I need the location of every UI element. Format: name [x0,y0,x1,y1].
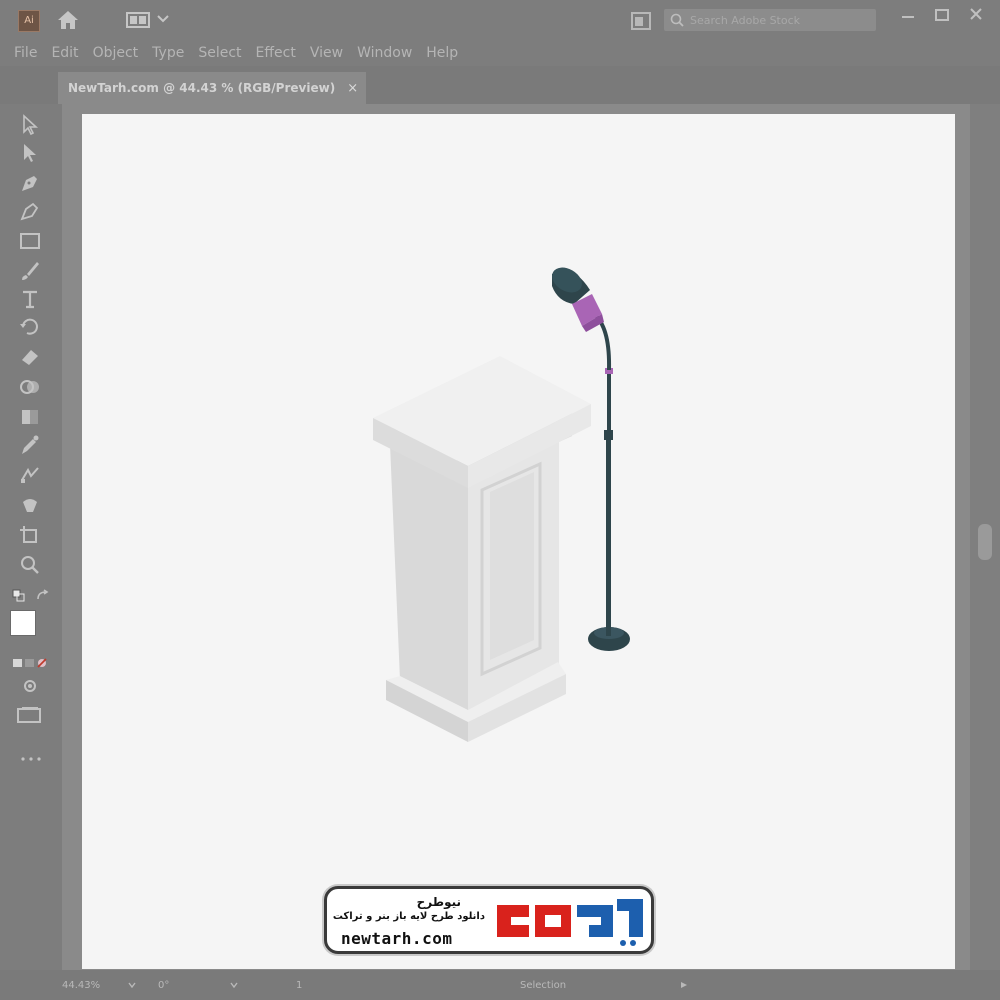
menu-window[interactable]: Window [357,45,412,61]
chevron-down-icon[interactable] [157,14,169,24]
pen-tool-icon[interactable] [18,172,42,194]
screen-mode-icon[interactable] [16,706,42,724]
mic-stand-lower-pole [606,436,611,636]
play-icon[interactable] [680,982,688,988]
menu-effect[interactable]: Effect [256,45,296,61]
search-input[interactable] [690,12,870,28]
minimize-button[interactable] [898,6,918,24]
title-bar: Ai [0,0,1000,40]
close-window-button[interactable] [966,6,986,24]
curvature-tool-icon[interactable] [18,200,42,222]
restore-button[interactable] [932,6,952,24]
fill-color-swatch[interactable] [10,610,36,636]
menu-help[interactable]: Help [426,45,458,61]
tools-panel [0,104,62,970]
menu-edit[interactable]: Edit [51,45,78,61]
rotate-tool-icon[interactable] [18,316,42,338]
color-mode-icons[interactable] [12,654,48,668]
status-mode-label[interactable]: Selection [520,978,600,994]
rectangle-tool-icon[interactable] [18,230,42,252]
document-tab-bar: NewTarh.com @ 44.43 % (RGB/Preview) × [0,66,1000,104]
drawing-modes-icon[interactable] [20,678,40,694]
watermark-tagline: دانلود طرح لایه باز بنر و تراکت [332,911,485,922]
artboard-number-field[interactable]: 1 [296,978,336,994]
eraser-tool-icon[interactable] [18,346,42,368]
default-colors-icon[interactable] [12,588,26,602]
close-tab-icon[interactable]: × [347,81,358,96]
selection-tool-icon[interactable] [18,114,42,136]
chevron-down-icon[interactable] [230,982,238,988]
menu-type[interactable]: Type [152,45,184,61]
search-icon [670,13,684,27]
paintbrush-tool-icon[interactable] [18,260,42,282]
vertical-scrollbar[interactable] [970,104,1000,970]
canvas-area[interactable] [62,104,970,970]
app-logo-icon: Ai [18,10,40,32]
menu-select[interactable]: Select [198,45,241,61]
symbol-sprayer-tool-icon[interactable] [18,494,42,516]
document-tab[interactable]: NewTarh.com @ 44.43 % (RGB/Preview) × [58,72,366,104]
mic-stand-upper-pole [607,372,611,434]
menu-bar: File Edit Object Type Select Effect View… [0,40,1000,66]
watermark-url: newtarh.com [341,929,453,948]
scrollbar-thumb[interactable] [978,524,992,560]
eyedropper-tool-icon[interactable] [18,434,42,456]
more-tools-icon[interactable] [20,748,42,761]
artboard-tool-icon[interactable] [18,524,42,546]
newtarh-logo-icon [497,899,643,946]
swap-colors-icon[interactable] [36,588,50,602]
chevron-down-icon[interactable] [128,982,136,988]
podium-illustration [373,267,630,742]
podium-front-panel-inner [490,472,534,660]
shape-builder-tool-icon[interactable] [18,376,42,398]
watermark-badge: نیوطرح دانلود طرح لایه باز بنر و تراکت n… [324,886,654,954]
status-bar: 44.43% 0° 1 Selection [0,970,1000,1000]
podium-body-left-face [390,444,468,714]
zoom-tool-icon[interactable] [18,554,42,576]
direct-selection-tool-icon[interactable] [18,142,42,164]
menu-file[interactable]: File [14,45,37,61]
arrange-documents-icon[interactable] [630,11,652,31]
blend-tool-icon[interactable] [18,464,42,486]
menu-view[interactable]: View [310,45,343,61]
home-icon[interactable] [56,9,80,31]
type-tool-icon[interactable] [18,288,42,310]
rotate-view-field[interactable]: 0° [158,978,218,994]
menu-object[interactable]: Object [93,45,139,61]
artboard[interactable] [82,114,955,969]
search-box[interactable] [664,9,876,31]
watermark-brand: نیوطرح [416,895,461,909]
workspace-switcher-icon[interactable] [126,12,150,28]
document-tab-label: NewTarh.com @ 44.43 % (RGB/Preview) [68,81,336,95]
gradient-tool-icon[interactable] [18,406,42,428]
